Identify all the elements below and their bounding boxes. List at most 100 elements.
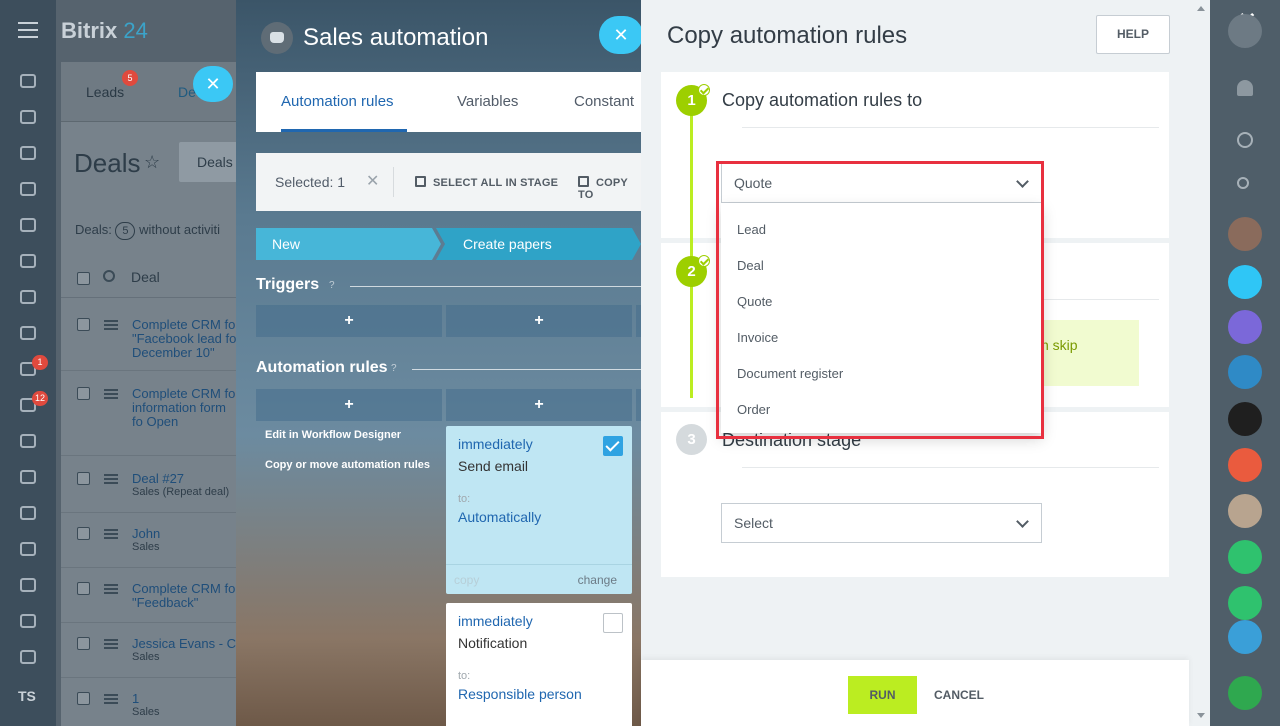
favorite-star-icon[interactable]: ☆	[144, 152, 160, 173]
row-checkbox[interactable]	[77, 582, 90, 595]
lock-icon[interactable]	[1228, 448, 1262, 482]
video-call-icon[interactable]	[1228, 540, 1262, 574]
run-button[interactable]: RUN	[848, 676, 917, 714]
row-checkbox[interactable]	[77, 387, 90, 400]
row-menu-icon[interactable]	[104, 639, 118, 649]
groups-icon[interactable]	[20, 326, 36, 340]
rule-card-send-email[interactable]: immediately Send email to: Automatically…	[446, 426, 632, 594]
tab-constants[interactable]: Constant	[574, 93, 634, 110]
rule-timing[interactable]: immediately	[458, 436, 533, 452]
add-rule-button[interactable]: +	[256, 389, 442, 421]
tab-automation-rules[interactable]: Automation rules	[281, 93, 394, 110]
select-all-checkbox[interactable]	[77, 272, 90, 285]
rules-help-icon[interactable]: ?	[391, 363, 397, 374]
row-menu-icon[interactable]	[104, 389, 118, 399]
search-icon[interactable]	[1237, 177, 1249, 189]
row-checkbox[interactable]	[77, 527, 90, 540]
user-initials[interactable]: TS	[18, 688, 36, 704]
mail-icon[interactable]	[20, 290, 36, 304]
rule-timing[interactable]: immediately	[458, 613, 533, 629]
leads-badge: 5	[122, 70, 138, 86]
deal-title[interactable]: 1	[132, 692, 237, 706]
stage-create-papers[interactable]: Create papers	[436, 228, 641, 260]
rule-select-checkbox[interactable]	[603, 436, 623, 456]
add-rule-button[interactable]: +	[446, 389, 632, 421]
rule-card-notification[interactable]: immediately Notification to: Responsible…	[446, 603, 632, 726]
filter-button[interactable]: Deals	[179, 142, 239, 182]
contact-center-icon[interactable]	[20, 542, 36, 556]
bell-icon[interactable]	[1237, 80, 1253, 96]
row-menu-icon[interactable]	[104, 529, 118, 539]
group-chat-icon[interactable]	[1228, 355, 1262, 389]
destination-stage-select[interactable]: Select	[721, 503, 1042, 543]
deal-title[interactable]: John	[132, 527, 237, 541]
scroll-up-arrow-icon[interactable]	[1197, 6, 1205, 11]
row-checkbox[interactable]	[77, 318, 90, 331]
deal-column-header[interactable]: Deal	[131, 269, 160, 285]
target-icon[interactable]	[20, 434, 36, 448]
row-checkbox[interactable]	[77, 637, 90, 650]
sync-icon[interactable]	[20, 578, 36, 592]
close-automation-button[interactable]: ✕	[599, 16, 643, 54]
drive-icon[interactable]	[20, 254, 36, 268]
rule-change-link[interactable]: change	[578, 573, 617, 587]
marketplace-icon[interactable]	[20, 650, 36, 664]
row-menu-icon[interactable]	[104, 584, 118, 594]
row-menu-icon[interactable]	[104, 474, 118, 484]
rule-select-checkbox[interactable]	[603, 613, 623, 633]
add-trigger-button[interactable]: +	[256, 305, 442, 337]
documents-icon[interactable]	[20, 218, 36, 232]
add-trigger-button[interactable]: +	[446, 305, 632, 337]
deal-subtitle: Sales	[132, 651, 160, 663]
edit-in-designer-link[interactable]: Edit in Workflow Designer	[265, 429, 401, 441]
summary-suffix[interactable]: without activiti	[139, 222, 220, 237]
deal-title[interactable]: Complete CRM fo "Feedback"	[132, 582, 237, 610]
deal-title[interactable]: Deal #27	[132, 472, 237, 486]
stage-new[interactable]: New	[256, 228, 441, 260]
deal-title[interactable]: Complete CRM fo "Facebook lead fo Decemb…	[132, 318, 237, 360]
row-menu-icon[interactable]	[104, 694, 118, 704]
deal-title[interactable]: Jessica Evans - C	[132, 637, 237, 651]
close-crm-slider-button[interactable]: ✕	[193, 66, 233, 102]
help-circle-icon[interactable]	[1228, 14, 1262, 48]
copy-to-button[interactable]: COPY TO	[578, 176, 641, 201]
chat-icon[interactable]	[20, 110, 36, 124]
calendar-icon[interactable]	[20, 182, 36, 196]
activity-stream-icon[interactable]	[20, 74, 36, 88]
row-menu-icon[interactable]	[104, 320, 118, 330]
deal-title[interactable]: Complete CRM fo information form fo Open…	[132, 387, 237, 429]
sites-icon[interactable]	[20, 470, 36, 484]
deal-subtitle: Sales (Repeat deal)	[132, 486, 230, 498]
rule-copy-link[interactable]: copy	[454, 573, 479, 587]
deals-summary: Deals: 5 without activiti	[75, 222, 220, 240]
user-avatar[interactable]	[1228, 494, 1262, 528]
select-all-in-stage-button[interactable]: SELECT ALL IN STAGE	[415, 176, 558, 189]
row-checkbox[interactable]	[77, 692, 90, 705]
help-button[interactable]: HELP	[1096, 15, 1170, 54]
cancel-button[interactable]: CANCEL	[934, 688, 984, 702]
video-call-icon-2[interactable]	[1228, 586, 1262, 620]
messages-icon[interactable]	[20, 146, 36, 160]
tab-leads[interactable]: Leads	[86, 84, 124, 100]
screen-share-icon[interactable]	[1228, 620, 1262, 654]
avatar[interactable]	[1228, 217, 1262, 251]
copy-move-rules-link[interactable]: Copy or move automation rules	[265, 459, 430, 471]
copy-icon	[578, 176, 589, 187]
chat-bubble-icon[interactable]	[1237, 132, 1253, 148]
tab-variables[interactable]: Variables	[457, 93, 518, 110]
fusion-group-avatar[interactable]	[1228, 402, 1262, 436]
bitrix-logo[interactable]: Bitrix 24	[61, 18, 148, 44]
list-settings-gear-icon[interactable]	[103, 270, 115, 282]
phone-icon[interactable]	[1228, 676, 1262, 710]
calendar-event-icon[interactable]	[1228, 265, 1262, 299]
apps-icon[interactable]	[20, 614, 36, 628]
calendar-group-icon[interactable]	[1228, 310, 1262, 344]
step-2-info-text: n skip	[1041, 337, 1078, 353]
row-checkbox[interactable]	[77, 472, 90, 485]
shop-icon[interactable]	[20, 506, 36, 520]
triggers-help-icon[interactable]: ?	[329, 280, 335, 291]
scroll-down-arrow-icon[interactable]	[1197, 713, 1205, 718]
menu-icon[interactable]	[18, 22, 38, 38]
clear-selection-icon[interactable]: ✕	[366, 171, 379, 191]
step-2-check-icon	[698, 255, 710, 267]
